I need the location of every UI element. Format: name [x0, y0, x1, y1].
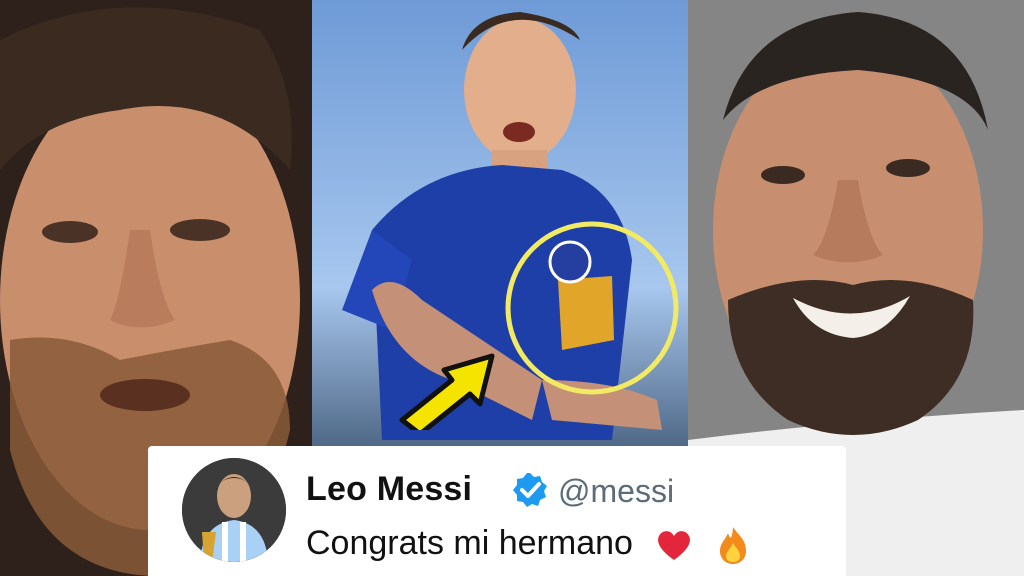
user-handle[interactable]: @messi	[558, 473, 674, 510]
fire-emoji-icon	[716, 525, 750, 565]
heart-emoji-icon	[656, 528, 692, 562]
avatar[interactable]	[182, 458, 286, 562]
avatar-illustration	[182, 458, 286, 562]
tweet-text: Congrats mi hermano	[306, 524, 750, 565]
tweet-message: Congrats mi hermano	[306, 524, 633, 562]
arrow-icon	[399, 353, 495, 430]
display-name[interactable]: Leo Messi	[306, 470, 472, 509]
tweet-card: Leo Messi @messi Congrats mi hermano	[148, 446, 846, 576]
verified-badge-icon	[513, 473, 547, 507]
